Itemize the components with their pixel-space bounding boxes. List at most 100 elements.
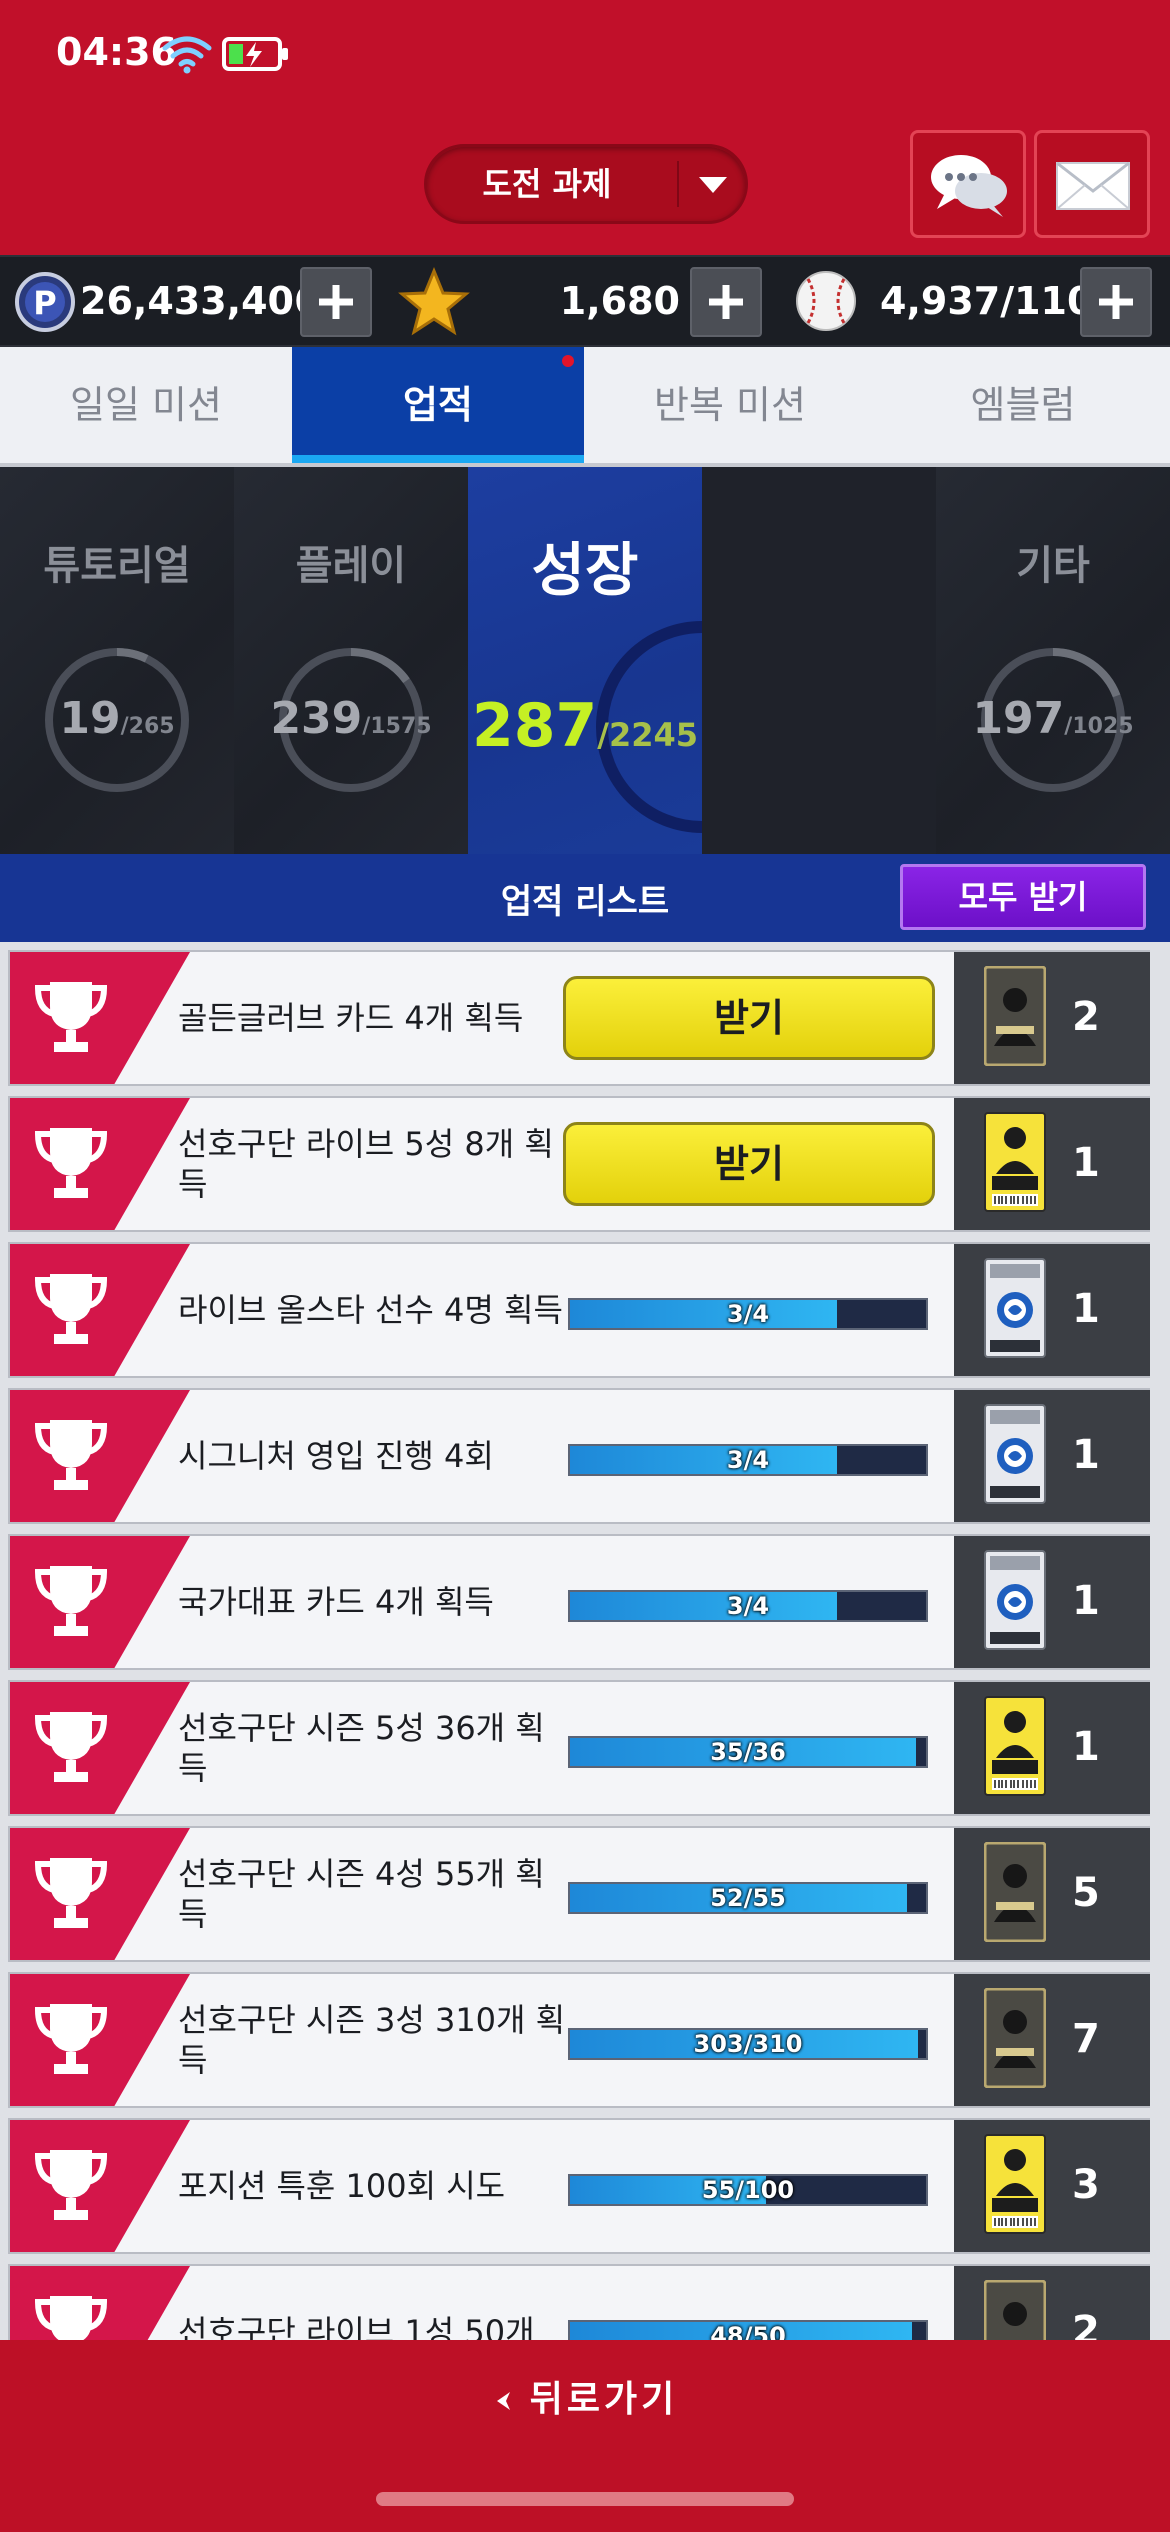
achievement-title: 선호구단 라이브 1성 50개: [178, 2313, 535, 2340]
player-card-icon: [984, 1988, 1046, 2088]
player-card-icon: [984, 1842, 1046, 1942]
reward-box[interactable]: 2: [954, 952, 1150, 1084]
category-growth[interactable]: 성장 287/2245: [468, 467, 702, 854]
reward-box[interactable]: 1: [954, 1682, 1150, 1814]
trophy-icon: [34, 1858, 108, 1928]
tab-emblems[interactable]: 엠블럼: [876, 347, 1170, 463]
achievement-row[interactable]: 라이브 올스타 선수 4명 획득 3/4 1: [8, 1242, 1150, 1378]
reward-box[interactable]: 3: [954, 2120, 1150, 2252]
achievement-row[interactable]: 국가대표 카드 4개 획득 3/4 1: [8, 1534, 1150, 1670]
wifi-icon: [162, 36, 212, 74]
add-points-button[interactable]: [300, 267, 372, 337]
achievement-title: 선호구단 시즌 5성 36개 획득: [178, 1709, 545, 1787]
achievement-row[interactable]: 선호구단 라이브 5성 8개 획득 받기 1: [8, 1096, 1150, 1232]
mode-dropdown[interactable]: 도전 과제: [424, 144, 748, 224]
envelope-icon: [1056, 161, 1130, 210]
reward-box[interactable]: 5: [954, 1828, 1150, 1960]
category-progress: 287/2245: [472, 691, 698, 761]
category-progress: 19/265: [59, 693, 175, 744]
reward-count: 3: [1072, 2162, 1100, 2208]
mode-dropdown-label: 도전 과제: [482, 165, 612, 203]
category-tutorial[interactable]: 튜토리얼 19/265: [0, 467, 234, 854]
star-icon: [398, 267, 470, 336]
trophy-icon: [34, 2004, 108, 2074]
reward-box[interactable]: 1: [954, 1244, 1150, 1376]
progress-text: 3/4: [726, 1592, 770, 1620]
category-progress: 239/1575: [270, 693, 432, 744]
achievement-row[interactable]: 선호구단 시즌 4성 55개 획득 52/55 5: [8, 1826, 1150, 1962]
achievement-title: 선호구단 시즌 4성 55개 획득: [178, 1855, 545, 1933]
status-time: 04:36: [56, 30, 177, 74]
scout-ticket-icon: [984, 2134, 1046, 2234]
achievement-list[interactable]: 골든글러브 카드 4개 획득 받기 2 선호구단 라이브 5성 8개 획득 받기 1 라이브…: [0, 942, 1170, 2340]
bottom-bar: 뒤로가기: [0, 2340, 1170, 2532]
reward-count: 1: [1072, 1286, 1100, 1332]
reward-count: 1: [1072, 1140, 1100, 1186]
chat-button[interactable]: [910, 130, 1026, 238]
list-header: 업적 리스트 모두 받기: [0, 854, 1170, 942]
tab-repeat-missions[interactable]: 반복 미션: [584, 347, 876, 463]
trophy-icon: [34, 1712, 108, 1782]
reward-box[interactable]: 1: [954, 1390, 1150, 1522]
reward-count: 2: [1072, 994, 1100, 1040]
reward-box[interactable]: 2: [954, 2266, 1150, 2340]
achievement-row[interactable]: 포지션 특훈 100회 시도 55/100 3: [8, 2118, 1150, 2254]
scout-ticket-icon: [984, 1112, 1046, 1212]
home-indicator[interactable]: [376, 2492, 794, 2506]
add-balls-button[interactable]: [1080, 267, 1152, 337]
progress-text: 3/4: [726, 1446, 770, 1474]
tab-daily-missions[interactable]: 일일 미션: [0, 347, 292, 463]
achievement-row[interactable]: 선호구단 시즌 5성 36개 획득 35/36 1: [8, 1680, 1150, 1816]
reward-box[interactable]: 1: [954, 1536, 1150, 1668]
progress-bar: 52/55: [568, 1882, 928, 1914]
progress-bar: 3/4: [568, 1444, 928, 1476]
reward-count: 1: [1072, 1578, 1100, 1624]
trophy-icon: [34, 2150, 108, 2220]
baseball-icon: [796, 271, 856, 331]
notification-dot: [562, 355, 574, 367]
achievement-row[interactable]: 선호구단 라이브 1성 50개 48/50 2: [8, 2264, 1150, 2340]
player-card-icon: [984, 2280, 1046, 2340]
progress-text: 48/50: [710, 2322, 786, 2340]
trophy-icon: [34, 1420, 108, 1490]
progress-bar: 3/4: [568, 1298, 928, 1330]
top-bar: 도전 과제: [0, 110, 1170, 255]
claim-button[interactable]: 받기: [563, 1122, 935, 1206]
achievement-row[interactable]: 시그니처 영입 진행 4회 3/4 1: [8, 1388, 1150, 1524]
achievement-row[interactable]: 선호구단 시즌 3성 310개 획득 303/310 7: [8, 1972, 1150, 2108]
progress-text: 55/100: [701, 2176, 795, 2204]
reward-count: 7: [1072, 2016, 1100, 2062]
achievement-row[interactable]: 골든글러브 카드 4개 획득 받기 2: [8, 950, 1150, 1086]
stars-value: 1,680: [559, 279, 680, 323]
progress-text: 303/310: [693, 2030, 803, 2058]
claim-button[interactable]: 받기: [563, 976, 935, 1060]
reward-count: 1: [1072, 1432, 1100, 1478]
achievement-title: 포지션 특훈 100회 시도: [178, 2167, 506, 2205]
trophy-icon: [34, 1274, 108, 1344]
svg-text:P: P: [33, 284, 56, 322]
mail-button[interactable]: [1034, 130, 1150, 238]
trophy-icon: [34, 1566, 108, 1636]
achievement-title: 선호구단 라이브 5성 8개 획득: [178, 1125, 554, 1203]
battery-charging-icon: [222, 37, 288, 71]
category-play[interactable]: 플레이 239/1575: [234, 467, 468, 854]
category-other[interactable]: 기타 197/1025: [936, 467, 1170, 854]
achievement-title: 라이브 올스타 선수 4명 획득: [178, 1291, 563, 1329]
add-stars-button[interactable]: [690, 267, 762, 337]
reward-count: 2: [1072, 2308, 1100, 2340]
back-button[interactable]: 뒤로가기: [0, 2370, 1170, 2422]
category-name: 기타: [1016, 543, 1090, 589]
achievement-title: 선호구단 시즌 3성 310개 획득: [178, 2001, 566, 2079]
player-pack-icon: [984, 1404, 1046, 1504]
category-name: 튜토리얼: [43, 543, 191, 589]
category-name: 성장: [531, 536, 639, 604]
claim-all-button[interactable]: 모두 받기: [900, 864, 1146, 930]
progress-bar: 48/50: [568, 2320, 928, 2340]
divider: [677, 161, 679, 207]
reward-box[interactable]: 7: [954, 1974, 1150, 2106]
reward-box[interactable]: 1: [954, 1098, 1150, 1230]
tab-achievements[interactable]: 업적: [292, 347, 584, 463]
back-arrow-icon: [496, 2392, 510, 2410]
chevron-down-icon: [699, 177, 727, 193]
progress-bar: 55/100: [568, 2174, 928, 2206]
